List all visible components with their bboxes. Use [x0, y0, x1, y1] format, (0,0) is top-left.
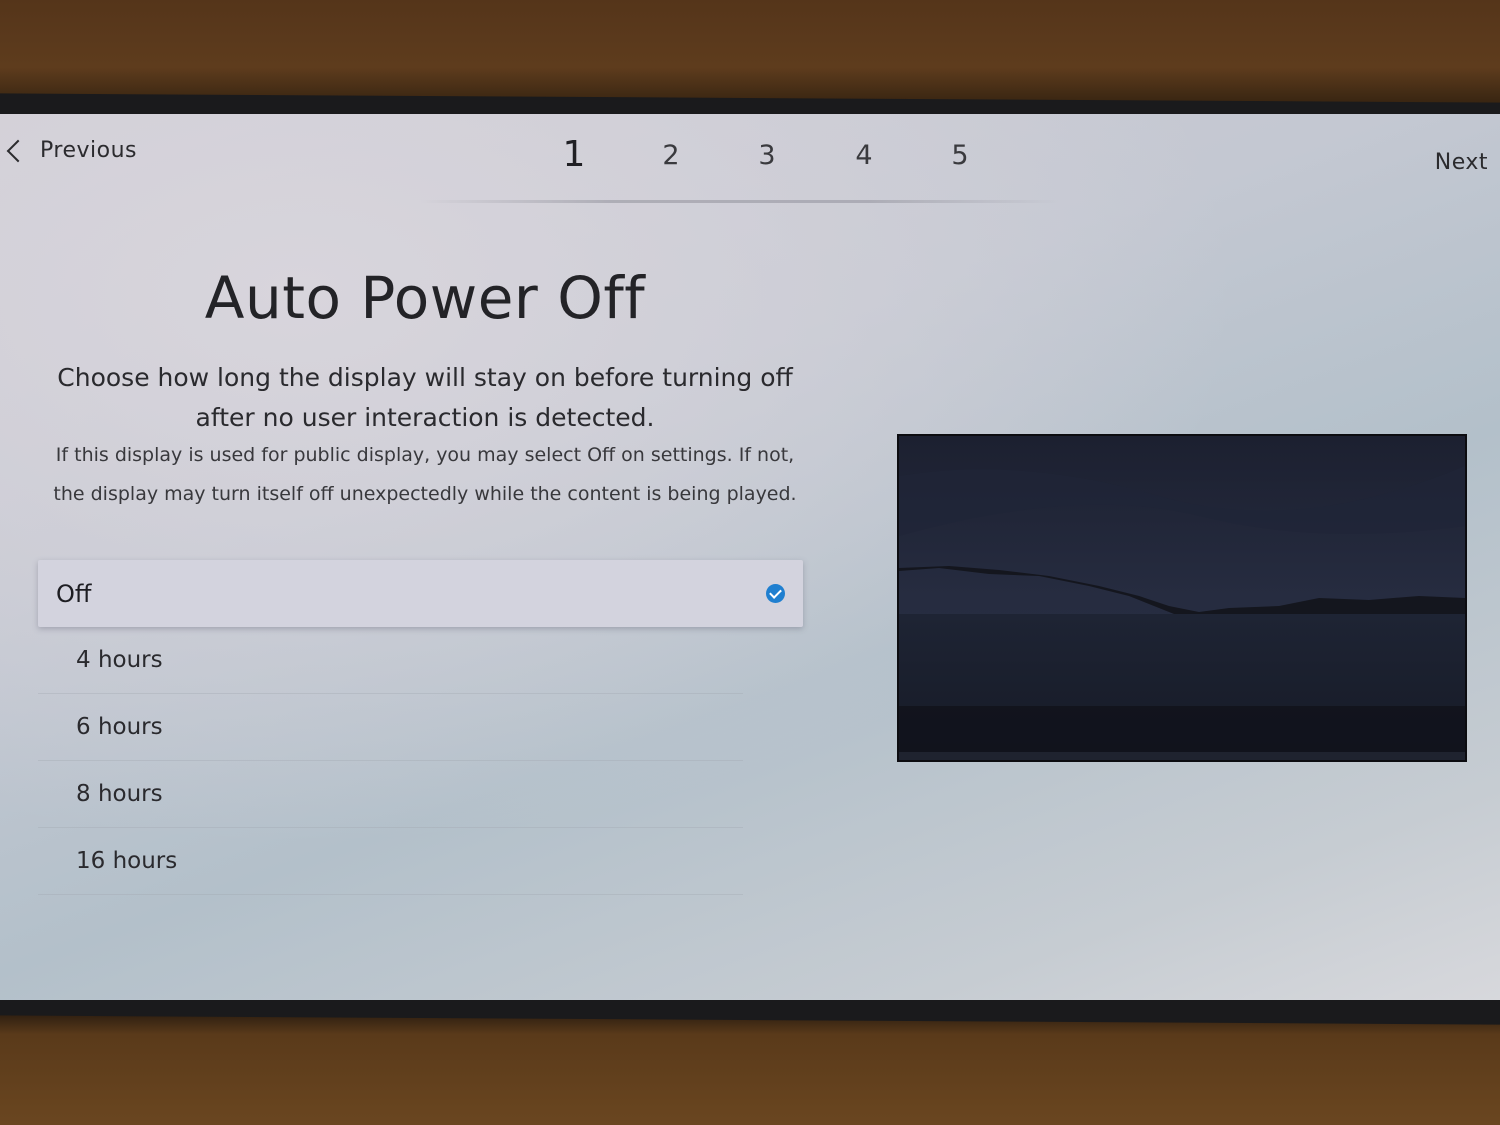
- option-8-hours[interactable]: 8 hours: [38, 761, 743, 828]
- step-3[interactable]: 3: [747, 140, 787, 171]
- option-label: 16 hours: [76, 848, 178, 874]
- next-button[interactable]: Next: [1435, 150, 1488, 175]
- page-title: Auto Power Off: [204, 264, 646, 332]
- page-description: Choose how long the display will stay on…: [57, 363, 793, 432]
- page-note: If this display is used for public displ…: [53, 444, 797, 505]
- step-4[interactable]: 4: [844, 140, 884, 171]
- preview-image: [897, 434, 1467, 762]
- step-1[interactable]: 1: [554, 134, 594, 175]
- option-4-hours[interactable]: 4 hours: [38, 627, 743, 694]
- option-label: 6 hours: [76, 714, 163, 740]
- wall-background: [0, 1012, 1500, 1125]
- step-2[interactable]: 2: [651, 140, 691, 171]
- landscape-picture: [899, 436, 1465, 760]
- step-indicator: 1 2 3 4 5: [0, 134, 1500, 190]
- option-16-hours[interactable]: 16 hours: [38, 828, 743, 895]
- option-off[interactable]: Off: [38, 560, 803, 627]
- step-divider: [420, 200, 1060, 203]
- setup-screen: Previous 1 2 3 4 5 Next Auto Power Off C…: [0, 114, 1500, 1000]
- power-off-options-list: Off 4 hours 6 hours 8 hours 16 hours: [38, 560, 803, 895]
- option-label: 4 hours: [76, 647, 163, 673]
- option-6-hours[interactable]: 6 hours: [38, 694, 743, 761]
- option-label: 8 hours: [76, 781, 163, 807]
- top-navigation: Previous 1 2 3 4 5 Next: [0, 114, 1500, 204]
- check-circle-icon: [766, 584, 785, 603]
- option-label: Off: [56, 579, 92, 608]
- step-5[interactable]: 5: [940, 140, 980, 171]
